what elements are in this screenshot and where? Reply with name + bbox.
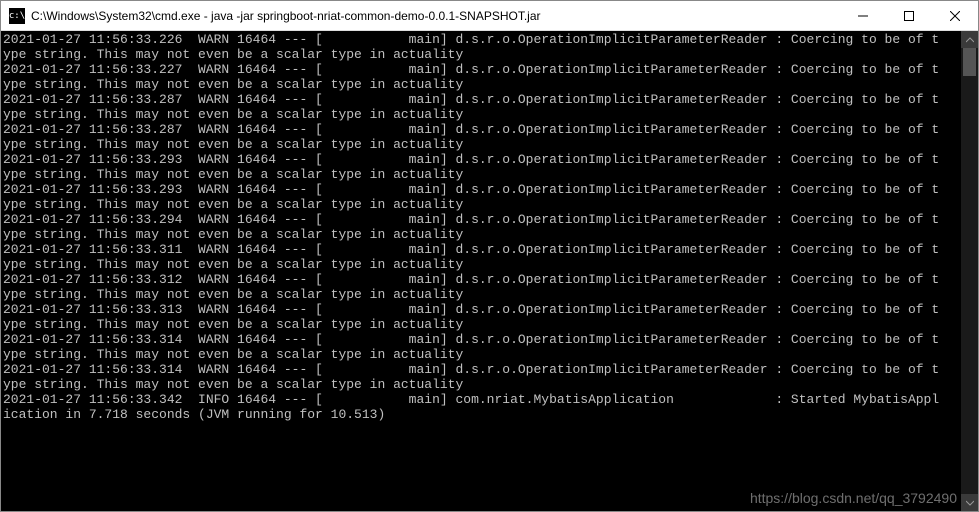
cmd-icon: c:\ [9, 8, 25, 24]
log-line: 2021-01-27 11:56:33.313 WARN 16464 --- [… [3, 302, 959, 317]
scroll-down-button[interactable] [961, 494, 978, 511]
log-line: 2021-01-27 11:56:33.314 WARN 16464 --- [… [3, 362, 959, 377]
titlebar[interactable]: c:\ C:\Windows\System32\cmd.exe - java -… [1, 1, 978, 31]
log-line: ype string. This may not even be a scala… [3, 137, 959, 152]
console-area: 2021-01-27 11:56:33.226 WARN 16464 --- [… [1, 31, 978, 511]
log-line: ype string. This may not even be a scala… [3, 47, 959, 62]
log-line: 2021-01-27 11:56:33.287 WARN 16464 --- [… [3, 92, 959, 107]
minimize-button[interactable] [840, 1, 886, 30]
close-button[interactable] [932, 1, 978, 30]
scroll-thumb[interactable] [963, 48, 976, 76]
log-line: 2021-01-27 11:56:33.287 WARN 16464 --- [… [3, 122, 959, 137]
chevron-up-icon [966, 37, 974, 43]
cmd-window: c:\ C:\Windows\System32\cmd.exe - java -… [0, 0, 979, 512]
console-output[interactable]: 2021-01-27 11:56:33.226 WARN 16464 --- [… [1, 31, 961, 511]
maximize-icon [904, 11, 914, 21]
log-line: ype string. This may not even be a scala… [3, 227, 959, 242]
log-line: ype string. This may not even be a scala… [3, 77, 959, 92]
log-line: 2021-01-27 11:56:33.227 WARN 16464 --- [… [3, 62, 959, 77]
log-line: ype string. This may not even be a scala… [3, 197, 959, 212]
chevron-down-icon [966, 500, 974, 506]
log-line: 2021-01-27 11:56:33.314 WARN 16464 --- [… [3, 332, 959, 347]
window-controls [840, 1, 978, 30]
scroll-track[interactable] [961, 48, 978, 494]
vertical-scrollbar[interactable] [961, 31, 978, 511]
log-line: 2021-01-27 11:56:33.342 INFO 16464 --- [… [3, 392, 959, 407]
log-line: 2021-01-27 11:56:33.293 WARN 16464 --- [… [3, 182, 959, 197]
log-line: ype string. This may not even be a scala… [3, 287, 959, 302]
log-line: ype string. This may not even be a scala… [3, 317, 959, 332]
minimize-icon [858, 11, 868, 21]
log-line: ype string. This may not even be a scala… [3, 107, 959, 122]
log-line: ication in 7.718 seconds (JVM running fo… [3, 407, 959, 422]
log-line: ype string. This may not even be a scala… [3, 167, 959, 182]
log-line: 2021-01-27 11:56:33.311 WARN 16464 --- [… [3, 242, 959, 257]
scroll-up-button[interactable] [961, 31, 978, 48]
log-line: 2021-01-27 11:56:33.293 WARN 16464 --- [… [3, 152, 959, 167]
log-line: ype string. This may not even be a scala… [3, 347, 959, 362]
maximize-button[interactable] [886, 1, 932, 30]
log-line: 2021-01-27 11:56:33.226 WARN 16464 --- [… [3, 32, 959, 47]
log-line: 2021-01-27 11:56:33.294 WARN 16464 --- [… [3, 212, 959, 227]
log-line: ype string. This may not even be a scala… [3, 257, 959, 272]
window-title: C:\Windows\System32\cmd.exe - java -jar … [31, 9, 840, 23]
log-line: 2021-01-27 11:56:33.312 WARN 16464 --- [… [3, 272, 959, 287]
close-icon [950, 11, 960, 21]
log-line: ype string. This may not even be a scala… [3, 377, 959, 392]
